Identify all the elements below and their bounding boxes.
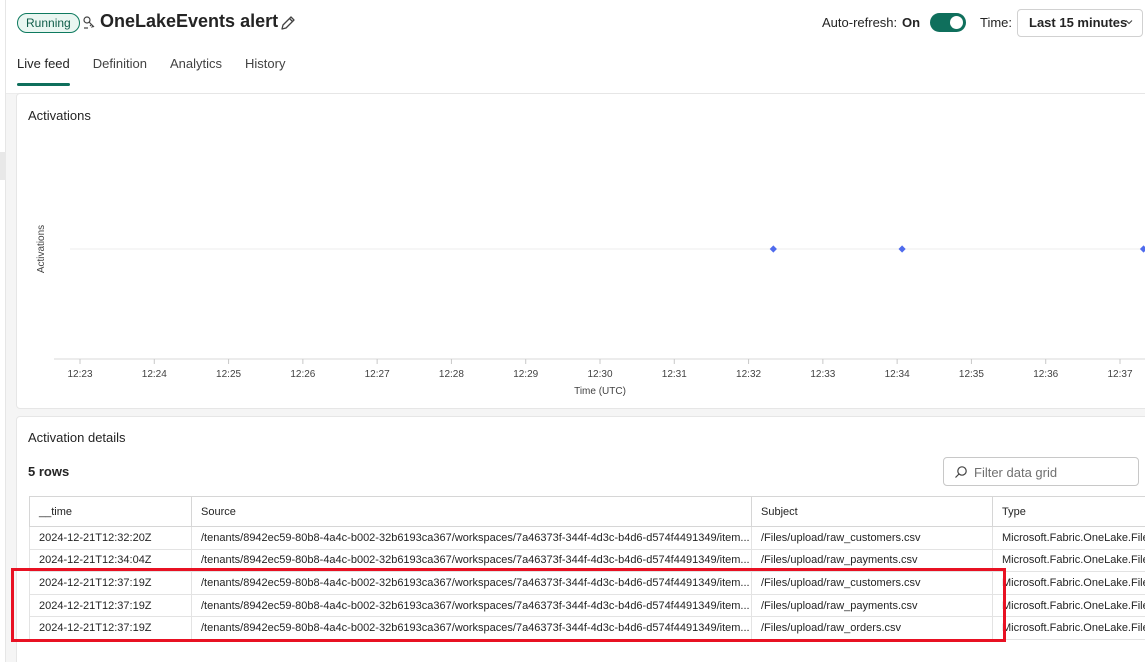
table-row[interactable]: 2024-12-21T12:37:19Z /tenants/8942ec59-8… bbox=[29, 616, 1145, 640]
column-header-source[interactable]: Source bbox=[191, 496, 752, 527]
activation-point bbox=[769, 245, 777, 253]
cell-subject: /Files/upload/raw_orders.csv bbox=[751, 616, 993, 640]
table-header-row: __time Source Subject Type bbox=[29, 496, 1145, 527]
activation-point bbox=[898, 245, 906, 253]
search-icon bbox=[955, 466, 967, 478]
tab-live-feed[interactable]: Live feed bbox=[17, 56, 70, 86]
x-tick-label: 12:27 bbox=[365, 369, 390, 380]
cell-time: 2024-12-21T12:34:04Z bbox=[29, 548, 192, 573]
activations-chart: 12:23 12:24 12:25 12:26 12:27 12:28 12:29 12:30… bbox=[36, 225, 1145, 397]
tab-bar: Live feed Definition Analytics History bbox=[17, 56, 308, 86]
cell-source: /tenants/8942ec59-80b8-4a4c-b002-32b6193… bbox=[191, 593, 752, 618]
cell-source: /tenants/8942ec59-80b8-4a4c-b002-32b6193… bbox=[191, 548, 752, 573]
cell-type: Microsoft.Fabric.OneLake.File bbox=[992, 593, 1145, 618]
x-tick-label: 12:34 bbox=[885, 369, 910, 380]
x-tick-label: 12:23 bbox=[67, 369, 92, 380]
left-panel-edge bbox=[0, 0, 6, 662]
tab-definition[interactable]: Definition bbox=[93, 56, 147, 86]
y-axis-label: Activations bbox=[36, 225, 47, 273]
activation-table: __time Source Subject Type 2024-12-21T12… bbox=[29, 496, 1145, 640]
status-badge: Running bbox=[17, 13, 80, 33]
x-tick-label: 12:32 bbox=[736, 369, 761, 380]
cell-time: 2024-12-21T12:32:20Z bbox=[29, 526, 192, 550]
cell-time: 2024-12-21T12:37:19Z bbox=[29, 571, 192, 595]
x-tick-label: 12:35 bbox=[959, 369, 984, 380]
cell-subject: /Files/upload/raw_payments.csv bbox=[751, 548, 993, 573]
filter-box[interactable] bbox=[943, 457, 1139, 486]
table-row[interactable]: 2024-12-21T12:32:20Z /tenants/8942ec59-8… bbox=[29, 526, 1145, 550]
column-header-subject[interactable]: Subject bbox=[751, 496, 993, 527]
table-row[interactable]: 2024-12-21T12:37:19Z /tenants/8942ec59-8… bbox=[29, 571, 1145, 595]
rows-count: 5 rows bbox=[28, 464, 70, 479]
x-tick-label: 12:26 bbox=[290, 369, 315, 380]
x-tick-label: 12:36 bbox=[1033, 369, 1058, 380]
auto-refresh-label: Auto-refresh: bbox=[822, 15, 898, 30]
alert-icon bbox=[83, 16, 95, 29]
cell-type: Microsoft.Fabric.OneLake.File bbox=[992, 616, 1145, 640]
toggle-knob bbox=[950, 16, 963, 29]
cell-time: 2024-12-21T12:37:19Z bbox=[29, 616, 192, 640]
x-tick-label: 12:28 bbox=[439, 369, 464, 380]
activation-point bbox=[1139, 245, 1145, 253]
x-axis-label: Time (UTC) bbox=[574, 386, 626, 397]
time-range-dropdown[interactable]: Last 15 minutes bbox=[1017, 9, 1143, 37]
column-header-type[interactable]: Type bbox=[992, 496, 1145, 527]
x-tick-label: 12:33 bbox=[810, 369, 835, 380]
x-tick-label: 12:29 bbox=[513, 369, 538, 380]
chevron-down-icon bbox=[1125, 20, 1133, 25]
table-row[interactable]: 2024-12-21T12:34:04Z /tenants/8942ec59-8… bbox=[29, 548, 1145, 573]
pencil-icon[interactable] bbox=[279, 14, 297, 32]
x-tick-label: 12:31 bbox=[662, 369, 687, 380]
cell-type: Microsoft.Fabric.OneLake.File bbox=[992, 571, 1145, 595]
time-label: Time: bbox=[980, 15, 1013, 30]
auto-refresh-state: On bbox=[902, 15, 921, 30]
cell-source: /tenants/8942ec59-80b8-4a4c-b002-32b6193… bbox=[191, 616, 752, 640]
activations-card: Activations 12:23 12:24 12:25 12:26 12:27 12:… bbox=[16, 93, 1145, 409]
cell-type: Microsoft.Fabric.OneLake.File bbox=[992, 526, 1145, 550]
cell-source: /tenants/8942ec59-80b8-4a4c-b002-32b6193… bbox=[191, 526, 752, 550]
x-tick-label: 12:24 bbox=[142, 369, 167, 380]
activation-details-title: Activation details bbox=[28, 430, 126, 445]
activation-details-card: Activation details 5 rows __time Source … bbox=[16, 416, 1145, 662]
filter-input[interactable] bbox=[974, 462, 1134, 482]
cell-subject: /Files/upload/raw_customers.csv bbox=[751, 526, 993, 550]
page-title: OneLakeEvents alert bbox=[100, 11, 279, 31]
table-row[interactable]: 2024-12-21T12:37:19Z /tenants/8942ec59-8… bbox=[29, 593, 1145, 618]
cell-subject: /Files/upload/raw_payments.csv bbox=[751, 593, 993, 618]
tab-history[interactable]: History bbox=[245, 56, 285, 86]
auto-refresh-toggle[interactable] bbox=[930, 13, 966, 32]
cell-subject: /Files/upload/raw_customers.csv bbox=[751, 571, 993, 595]
x-tick-label: 12:25 bbox=[216, 369, 241, 380]
time-range-value: Last 15 minutes bbox=[1029, 15, 1128, 30]
cell-source: /tenants/8942ec59-80b8-4a4c-b002-32b6193… bbox=[191, 571, 752, 595]
column-header-time[interactable]: __time bbox=[29, 496, 192, 527]
x-tick-label: 12:30 bbox=[587, 369, 612, 380]
tab-analytics[interactable]: Analytics bbox=[170, 56, 222, 86]
cell-type: Microsoft.Fabric.OneLake.File bbox=[992, 548, 1145, 573]
x-tick-label: 12:37 bbox=[1107, 369, 1132, 380]
page-header: Running OneLakeEvents alert Auto-refresh… bbox=[6, 0, 1145, 94]
left-panel-handle bbox=[0, 152, 6, 180]
cell-time: 2024-12-21T12:37:19Z bbox=[29, 593, 192, 618]
